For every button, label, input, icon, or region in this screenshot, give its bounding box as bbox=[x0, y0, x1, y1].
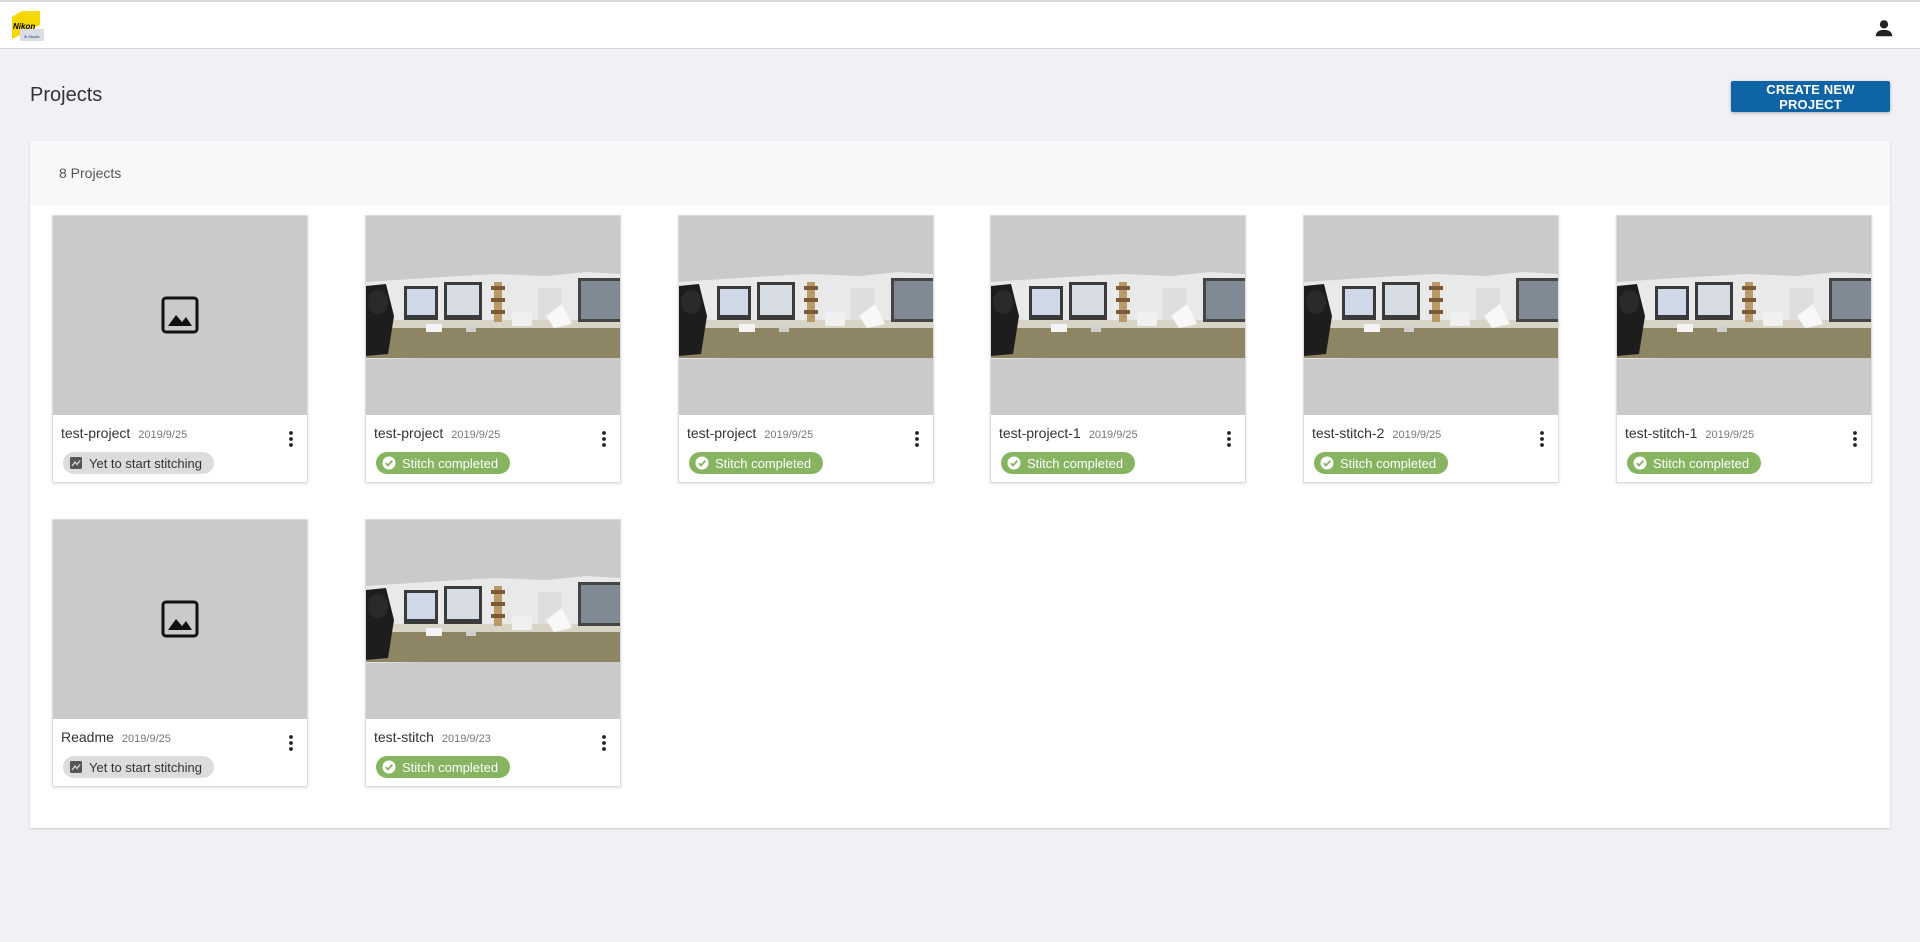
status-badge: Yet to start stitching bbox=[63, 756, 214, 778]
project-name-text: test-project-1 bbox=[999, 425, 1081, 441]
project-name-text: test-project bbox=[374, 425, 444, 441]
status-badge: Stitch completed bbox=[376, 452, 511, 474]
project-name-text: test-stitch bbox=[374, 729, 434, 745]
project-date: 2019/9/23 bbox=[441, 733, 491, 745]
status-label: Stitch completed bbox=[1340, 455, 1437, 471]
more-vert-icon[interactable] bbox=[1221, 428, 1237, 450]
project-name: test-project 2019/9/25 bbox=[687, 425, 813, 441]
project-name: test-stitch-2 2019/9/25 bbox=[1312, 425, 1441, 441]
project-name-text: Readme bbox=[61, 729, 114, 745]
more-vert-icon[interactable] bbox=[596, 428, 612, 450]
more-vert-icon[interactable] bbox=[596, 732, 612, 754]
panorama-thumbnail bbox=[679, 216, 933, 415]
panorama-thumbnail bbox=[991, 216, 1245, 415]
check-circle-icon bbox=[382, 760, 396, 774]
status-label: Stitch completed bbox=[402, 759, 499, 775]
project-date: 2019/9/25 bbox=[121, 733, 171, 745]
project-card[interactable]: Readme 2019/9/25 Yet to start stitching bbox=[52, 519, 308, 787]
status-badge: Stitch completed bbox=[1001, 452, 1136, 474]
project-card[interactable]: test-stitch 2019/9/23 Stitch completed bbox=[365, 519, 621, 787]
project-name: test-project 2019/9/25 bbox=[61, 425, 187, 441]
project-date: 2019/9/25 bbox=[1705, 429, 1755, 441]
status-label: Yet to start stitching bbox=[89, 759, 202, 775]
project-date: 2019/9/25 bbox=[451, 429, 501, 441]
project-name: test-stitch 2019/9/23 bbox=[374, 729, 491, 745]
project-name-text: test-stitch-2 bbox=[1312, 425, 1385, 441]
project-card[interactable]: test-stitch-2 2019/9/25 Stitch completed bbox=[1303, 215, 1559, 483]
project-name: test-project 2019/9/25 bbox=[374, 425, 500, 441]
project-thumbnail[interactable] bbox=[53, 216, 307, 415]
status-badge: Yet to start stitching bbox=[63, 452, 214, 474]
create-new-project-button[interactable]: CREATE NEW PROJECT bbox=[1731, 81, 1890, 112]
project-name: Readme 2019/9/25 bbox=[61, 729, 171, 745]
project-count: 8 Projects bbox=[59, 165, 122, 181]
svg-text:3i Studio: 3i Studio bbox=[24, 34, 40, 39]
project-thumbnail[interactable] bbox=[679, 216, 933, 415]
project-date: 2019/9/25 bbox=[1088, 429, 1138, 441]
svg-text:Nikon: Nikon bbox=[13, 22, 35, 31]
status-label: Stitch completed bbox=[715, 455, 812, 471]
status-label: Stitch completed bbox=[402, 455, 499, 471]
project-name-text: test-stitch-1 bbox=[1625, 425, 1698, 441]
project-date: 2019/9/25 bbox=[764, 429, 814, 441]
nikon-logo[interactable]: Nikon 3i Studio bbox=[12, 11, 44, 43]
check-circle-icon bbox=[382, 456, 396, 470]
image-icon bbox=[161, 296, 199, 334]
panel-header: 8 Projects bbox=[30, 141, 1890, 205]
project-card[interactable]: test-project-1 2019/9/25 Stitch completed bbox=[990, 215, 1246, 483]
project-thumbnail[interactable] bbox=[1304, 216, 1558, 415]
check-circle-icon bbox=[1007, 456, 1021, 470]
more-vert-icon[interactable] bbox=[1847, 428, 1863, 450]
project-card[interactable]: test-project 2019/9/25 Stitch completed bbox=[365, 215, 621, 483]
project-thumbnail[interactable] bbox=[53, 520, 307, 719]
status-label: Stitch completed bbox=[1027, 455, 1124, 471]
project-card[interactable]: test-project 2019/9/25 Yet to start stitc… bbox=[52, 215, 308, 483]
projects-panel: 8 Projects test-project 2019/9/25 Yet to … bbox=[30, 141, 1890, 828]
status-badge: Stitch completed bbox=[1627, 452, 1762, 474]
status-badge: Stitch completed bbox=[689, 452, 824, 474]
status-label: Stitch completed bbox=[1653, 455, 1750, 471]
page-title: Projects bbox=[30, 84, 103, 106]
project-date: 2019/9/25 bbox=[1392, 429, 1442, 441]
stitch-pending-icon bbox=[70, 761, 82, 773]
status-badge: Stitch completed bbox=[1314, 452, 1449, 474]
panorama-thumbnail bbox=[366, 216, 620, 415]
status-badge: Stitch completed bbox=[376, 756, 511, 778]
top-bar: Nikon 3i Studio bbox=[0, 0, 1920, 49]
more-vert-icon[interactable] bbox=[1534, 428, 1550, 450]
panorama-thumbnail bbox=[366, 520, 620, 719]
project-card[interactable]: test-stitch-1 2019/9/25 Stitch completed bbox=[1616, 215, 1872, 483]
project-date: 2019/9/25 bbox=[138, 429, 188, 441]
more-vert-icon[interactable] bbox=[909, 428, 925, 450]
project-thumbnail[interactable] bbox=[1617, 216, 1871, 415]
check-circle-icon bbox=[695, 456, 709, 470]
project-thumbnail[interactable] bbox=[366, 216, 620, 415]
image-icon bbox=[161, 600, 199, 638]
check-circle-icon bbox=[1633, 456, 1647, 470]
more-vert-icon[interactable] bbox=[283, 428, 299, 450]
project-card[interactable]: test-project 2019/9/25 Stitch completed bbox=[678, 215, 934, 483]
project-name: test-project-1 2019/9/25 bbox=[999, 425, 1138, 441]
more-vert-icon[interactable] bbox=[283, 732, 299, 754]
project-name-text: test-project bbox=[61, 425, 131, 441]
project-thumbnail[interactable] bbox=[991, 216, 1245, 415]
stitch-pending-icon bbox=[70, 457, 82, 469]
status-label: Yet to start stitching bbox=[89, 455, 202, 471]
check-circle-icon bbox=[1320, 456, 1334, 470]
panorama-thumbnail bbox=[1304, 216, 1558, 415]
project-name-text: test-project bbox=[687, 425, 757, 441]
panorama-thumbnail bbox=[1617, 216, 1871, 415]
project-name: test-stitch-1 2019/9/25 bbox=[1625, 425, 1754, 441]
person-icon[interactable] bbox=[1873, 17, 1895, 39]
project-thumbnail[interactable] bbox=[366, 520, 620, 719]
